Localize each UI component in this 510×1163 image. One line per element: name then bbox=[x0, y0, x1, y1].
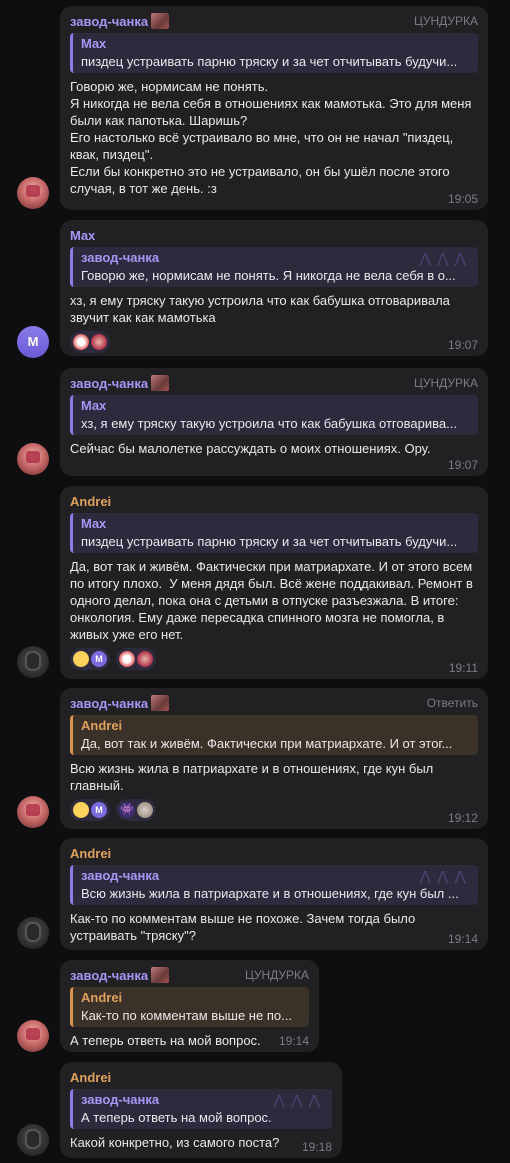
reply-text: Говорю же, нормисам не понять. Я никогда… bbox=[81, 268, 456, 283]
sticker-icon bbox=[151, 695, 170, 711]
avatar[interactable]: M bbox=[17, 326, 49, 358]
message-time: 19:11 bbox=[448, 661, 478, 675]
reaction-chip[interactable]: M bbox=[70, 799, 110, 821]
reply-sender: Andrei bbox=[81, 718, 123, 733]
message-text: Да, вот так и живём. Фактически при матр… bbox=[70, 559, 477, 642]
message-bubble[interactable]: завод-чанка ЦУНДУРКА Max хз, я ему тряск… bbox=[60, 368, 488, 476]
message-text: Всю жизнь жила в патриархате и в отношен… bbox=[70, 761, 437, 793]
avatar[interactable] bbox=[17, 796, 49, 828]
sender-name[interactable]: Andrei bbox=[70, 846, 111, 861]
message-bubble[interactable]: завод-чанка ЦУНДУРКА Andrei Как-то по ко… bbox=[60, 960, 319, 1052]
message-text: Как-то по комментам выше не похоже. Заче… bbox=[70, 911, 419, 943]
message-bubble[interactable]: Andrei ⋀⋀⋀ завод-чанка Всю жизнь жила в … bbox=[60, 838, 488, 950]
sender-name[interactable]: Andrei bbox=[70, 1070, 111, 1085]
reactor-avatar bbox=[91, 334, 107, 350]
sticker-icon bbox=[151, 13, 170, 29]
reply-text: Как-то по комментам выше не по... bbox=[81, 1008, 292, 1023]
message-text: Сейчас бы малолетке рассуждать о моих от… bbox=[70, 441, 431, 456]
message-text: Говорю же, нормисам не понять. Я никогда… bbox=[70, 79, 472, 196]
reaction-chip[interactable] bbox=[70, 331, 110, 353]
member-tag: ЦУНДУРКА bbox=[413, 14, 478, 28]
avatar[interactable] bbox=[17, 443, 49, 475]
message-time: 19:18 bbox=[301, 1140, 332, 1154]
member-tag: ЦУНДУРКА bbox=[244, 968, 309, 982]
clown-emoji bbox=[119, 651, 135, 667]
reply-text: пиздец устраивать парню тряску и за чет … bbox=[81, 534, 458, 549]
bat-pattern-icon: ⋀⋀⋀ bbox=[419, 868, 472, 884]
avatar[interactable] bbox=[17, 1124, 49, 1156]
avatar[interactable] bbox=[17, 177, 49, 209]
reactions bbox=[70, 331, 478, 353]
reply-sender: Max bbox=[81, 516, 107, 531]
member-tag: ЦУНДУРКА bbox=[413, 376, 478, 390]
reactor-avatar bbox=[137, 651, 153, 667]
reply-text: Всю жизнь жила в патриархате и в отношен… bbox=[81, 886, 459, 901]
message-time: 19:12 bbox=[447, 811, 478, 825]
reaction-chip[interactable]: M bbox=[70, 648, 110, 670]
sender-name[interactable]: Andrei bbox=[70, 494, 111, 509]
sender-name[interactable]: завод-чанка bbox=[70, 376, 148, 391]
avatar[interactable] bbox=[17, 917, 49, 949]
reply-sender: Andrei bbox=[81, 990, 123, 1005]
sender-name[interactable]: завод-чанка bbox=[70, 696, 148, 711]
reply-quote[interactable]: Max хз, я ему тряску такую устроила что … bbox=[70, 395, 478, 435]
sender-name[interactable]: завод-чанка bbox=[70, 968, 148, 983]
reply-quote[interactable]: ⋀⋀⋀ завод-чанка Всю жизнь жила в патриар… bbox=[70, 865, 478, 905]
space-invader-emoji: 👾 bbox=[119, 802, 135, 818]
sender-name[interactable]: завод-чанка bbox=[70, 14, 148, 29]
reaction-chip[interactable]: 👾 bbox=[116, 799, 156, 821]
reactions: M bbox=[70, 648, 478, 670]
bat-pattern-icon: ⋀⋀⋀ bbox=[273, 1092, 326, 1108]
message-time: 19:14 bbox=[278, 1034, 309, 1048]
reply-quote[interactable]: ⋀⋀⋀ завод-чанка А теперь ответь на мой в… bbox=[70, 1089, 332, 1129]
reply-quote[interactable]: Andrei Как-то по комментам выше не по... bbox=[70, 987, 309, 1027]
message-text: хз, я ему тряску такую устроила что как … bbox=[70, 293, 454, 325]
message-bubble[interactable]: Max ⋀⋀⋀ завод-чанка Говорю же, нормисам … bbox=[60, 220, 488, 356]
message-time: 19:05 bbox=[447, 192, 478, 206]
reactions: M 👾 bbox=[70, 799, 478, 821]
chat-history[interactable]: завод-чанка ЦУНДУРКА Max пиздец устраива… bbox=[0, 0, 510, 1163]
reply-sender: Max bbox=[81, 36, 107, 51]
grin-emoji bbox=[73, 802, 89, 818]
reply-quote[interactable]: Max пиздец устраивать парню тряску и за … bbox=[70, 33, 478, 73]
message-bubble[interactable]: завод-чанка ЦУНДУРКА Max пиздец устраива… bbox=[60, 6, 488, 210]
reactor-avatar: M bbox=[91, 802, 107, 818]
reply-text: А теперь ответь на мой вопрос. bbox=[81, 1110, 272, 1125]
message-bubble[interactable]: Andrei Max пиздец устраивать парню тряск… bbox=[60, 486, 488, 679]
reply-text: хз, я ему тряску такую устроила что как … bbox=[81, 416, 457, 431]
message-time: 19:14 bbox=[447, 932, 478, 946]
bat-pattern-icon: ⋀⋀⋀ bbox=[419, 250, 472, 266]
message-time: 19:07 bbox=[447, 458, 478, 472]
avatar[interactable] bbox=[17, 646, 49, 678]
message-text: Какой конкретно, из самого поста? bbox=[70, 1135, 280, 1150]
crying-emoji bbox=[73, 651, 89, 667]
message-bubble[interactable]: завод-чанка Ответить Andrei Да, вот так … bbox=[60, 688, 488, 829]
reply-sender: завод-чанка bbox=[81, 250, 160, 265]
avatar[interactable] bbox=[17, 1020, 49, 1052]
reply-text: пиздец устраивать парню тряску и за чет … bbox=[81, 54, 458, 69]
reply-quote[interactable]: Max пиздец устраивать парню тряску и за … bbox=[70, 513, 478, 553]
clown-emoji bbox=[73, 334, 89, 350]
message-time: 19:07 bbox=[447, 338, 478, 352]
message-text: А теперь ответь на мой вопрос. bbox=[70, 1033, 261, 1048]
reactor-avatar bbox=[137, 802, 153, 818]
sender-name[interactable]: Max bbox=[70, 228, 95, 243]
reply-button[interactable]: Ответить bbox=[427, 696, 478, 710]
reply-quote[interactable]: ⋀⋀⋀ завод-чанка Говорю же, нормисам не п… bbox=[70, 247, 478, 287]
reply-sender: Max bbox=[81, 398, 107, 413]
reactor-avatar: M bbox=[91, 651, 107, 667]
sticker-icon bbox=[151, 967, 170, 983]
reply-text: Да, вот так и живём. Фактически при матр… bbox=[81, 736, 453, 751]
sticker-icon bbox=[151, 375, 170, 391]
reply-sender: завод-чанка bbox=[81, 868, 160, 883]
message-bubble[interactable]: Andrei ⋀⋀⋀ завод-чанка А теперь ответь н… bbox=[60, 1062, 342, 1158]
reply-quote[interactable]: Andrei Да, вот так и живём. Фактически п… bbox=[70, 715, 478, 755]
reaction-chip[interactable] bbox=[116, 648, 156, 670]
